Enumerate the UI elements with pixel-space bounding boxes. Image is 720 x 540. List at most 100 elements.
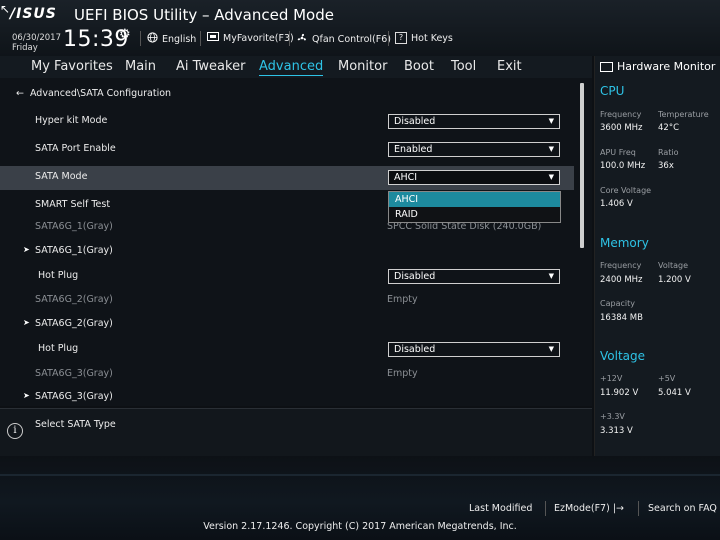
- hardware-monitor-label: Hardware Monitor: [617, 60, 716, 73]
- port-device: Empty: [387, 368, 418, 379]
- menu-advanced[interactable]: Advanced: [259, 59, 324, 76]
- footer-bar: Last Modified EzMode(F7) |→ Search on FA…: [0, 456, 720, 540]
- cpu-temperature-label: Temperature: [658, 110, 709, 119]
- v12-label: +12V: [600, 374, 623, 383]
- setting-row-hyper-kit-mode[interactable]: Hyper kit Mode Disabled ▼: [0, 110, 574, 134]
- v33-value: 3.313 V: [600, 426, 633, 436]
- dropdown-value: Enabled: [394, 144, 433, 155]
- dropdown-value: Disabled: [394, 344, 436, 355]
- menu-tool[interactable]: Tool: [451, 59, 476, 74]
- menu-ai-tweaker[interactable]: Ai Tweaker: [176, 59, 245, 74]
- submenu-sata6g-2[interactable]: ➤ SATA6G_2(Gray): [0, 313, 574, 337]
- memory-voltage-value: 1.200 V: [658, 275, 691, 285]
- submenu-arrow-icon: ➤: [23, 391, 30, 400]
- info-row-sata6g-2: SATA6G_2(Gray) Empty: [0, 289, 574, 313]
- ezmode-button[interactable]: EzMode(F7) |→: [554, 503, 624, 514]
- menu-exit[interactable]: Exit: [497, 59, 522, 74]
- hot-keys-button[interactable]: ? Hot Keys: [395, 32, 453, 44]
- setting-label: SATA Mode: [35, 171, 88, 182]
- hardware-monitor-title: Hardware Monitor: [600, 60, 715, 73]
- dropdown-value: Disabled: [394, 271, 436, 282]
- port-label: SATA6G_2(Gray): [35, 294, 113, 305]
- submenu-label: SATA6G_3(Gray): [35, 391, 113, 402]
- settings-panel: ← Advanced\SATA Configuration Hyper kit …: [0, 78, 592, 406]
- caret-down-icon: ▼: [548, 272, 554, 280]
- setting-row-hot-plug-1[interactable]: Hot Plug Disabled ▼: [0, 265, 574, 289]
- menu-my-favorites[interactable]: My Favorites: [31, 59, 113, 74]
- option-ahci[interactable]: AHCI: [389, 192, 560, 207]
- info-icon: i: [7, 423, 23, 439]
- exit-arrow-icon: |→: [612, 503, 624, 514]
- monitor-icon: [600, 61, 613, 72]
- myfavorite-button[interactable]: MyFavorite(F3): [207, 32, 294, 45]
- core-voltage-label: Core Voltage: [600, 186, 652, 195]
- gear-icon[interactable]: ⚙: [119, 27, 131, 42]
- menu-boot[interactable]: Boot: [404, 59, 434, 74]
- header-divider: [140, 31, 141, 46]
- menu-main[interactable]: Main: [125, 59, 156, 74]
- setting-label: Hyper kit Mode: [35, 115, 108, 126]
- language-label: English: [162, 33, 197, 45]
- ratio-value: 36x: [658, 161, 674, 171]
- submenu-arrow-icon: ➤: [23, 318, 30, 327]
- header-divider: [200, 31, 201, 46]
- hot-plug-2-dropdown[interactable]: Disabled ▼: [388, 342, 560, 357]
- copyright-text: Version 2.17.1246. Copyright (C) 2017 Am…: [203, 521, 517, 532]
- v12-value: 11.902 V: [600, 388, 639, 398]
- hot-keys-label: Hot Keys: [411, 32, 453, 44]
- setting-label: SMART Self Test: [35, 199, 111, 210]
- hyper-kit-mode-dropdown[interactable]: Disabled ▼: [388, 114, 560, 129]
- submenu-label: SATA6G_1(Gray): [35, 245, 113, 256]
- sata-mode-dropdown[interactable]: AHCI ▼: [388, 170, 560, 185]
- hardware-monitor-panel: Hardware Monitor CPU Frequency Temperatu…: [594, 56, 720, 456]
- submenu-label: SATA6G_2(Gray): [35, 318, 113, 329]
- hot-plug-1-dropdown[interactable]: Disabled ▼: [388, 269, 560, 284]
- setting-row-sata-port-enable[interactable]: SATA Port Enable Enabled ▼: [0, 138, 574, 162]
- cpu-frequency-value: 3600 MHz: [600, 123, 643, 133]
- setting-row-sata-mode[interactable]: SATA Mode AHCI ▼: [0, 166, 574, 190]
- breadcrumb-path: Advanced\SATA Configuration: [29, 88, 172, 99]
- footer-divider: [638, 501, 639, 516]
- language-button[interactable]: English: [147, 32, 196, 46]
- qfan-control-button[interactable]: Qfan Control(F6): [296, 32, 391, 47]
- help-text: Select SATA Type: [35, 419, 116, 430]
- help-bar: i Select SATA Type: [0, 408, 592, 457]
- info-row-sata6g-3: SATA6G_3(Gray) Empty: [0, 363, 574, 387]
- sata-port-enable-dropdown[interactable]: Enabled ▼: [388, 142, 560, 157]
- option-raid[interactable]: RAID: [389, 207, 560, 222]
- setting-row-hot-plug-2[interactable]: Hot Plug Disabled ▼: [0, 338, 574, 362]
- port-label: SATA6G_1(Gray): [35, 221, 113, 232]
- cpu-frequency-label: Frequency: [600, 110, 642, 119]
- voltage-heading: Voltage: [600, 349, 646, 363]
- app-title: UEFI BIOS Utility – Advanced Mode: [74, 6, 334, 24]
- core-voltage-value: 1.406 V: [600, 199, 633, 209]
- memory-capacity-value: 16384 MB: [600, 313, 643, 323]
- footer-decoration: [0, 474, 720, 476]
- date-display: 06/30/2017 Friday: [12, 33, 61, 53]
- title-bar: ↖ /ISUS UEFI BIOS Utility – Advanced Mod…: [0, 0, 720, 56]
- v33-label: +3.3V: [600, 412, 625, 421]
- scrollbar-thumb[interactable]: [580, 83, 584, 248]
- submenu-sata6g-3[interactable]: ➤ SATA6G_3(Gray): [0, 386, 574, 406]
- globe-icon: [147, 32, 158, 46]
- mouse-cursor-icon: ↖: [0, 2, 11, 16]
- dropdown-value: AHCI: [394, 172, 418, 183]
- search-faq-button[interactable]: Search on FAQ: [648, 503, 717, 514]
- memory-frequency-value: 2400 MHz: [600, 275, 643, 285]
- menu-monitor[interactable]: Monitor: [338, 59, 387, 74]
- sata-mode-options-list: AHCI RAID: [388, 191, 561, 223]
- memory-frequency-label: Frequency: [600, 261, 642, 270]
- header-divider: [289, 31, 290, 46]
- v5-label: +5V: [658, 374, 676, 383]
- footer-divider: [545, 501, 546, 516]
- asus-logo: /ISUS: [10, 6, 57, 22]
- back-arrow-icon[interactable]: ←: [16, 88, 24, 99]
- header-divider: [388, 31, 389, 46]
- caret-down-icon: ▼: [548, 145, 554, 153]
- cpu-temperature-value: 42°C: [658, 123, 680, 133]
- last-modified-button[interactable]: Last Modified: [469, 503, 532, 514]
- caret-down-icon: ▼: [548, 117, 554, 125]
- breadcrumb[interactable]: ← Advanced\SATA Configuration: [16, 88, 171, 99]
- submenu-sata6g-1[interactable]: ➤ SATA6G_1(Gray): [0, 240, 574, 264]
- port-label: SATA6G_3(Gray): [35, 368, 113, 379]
